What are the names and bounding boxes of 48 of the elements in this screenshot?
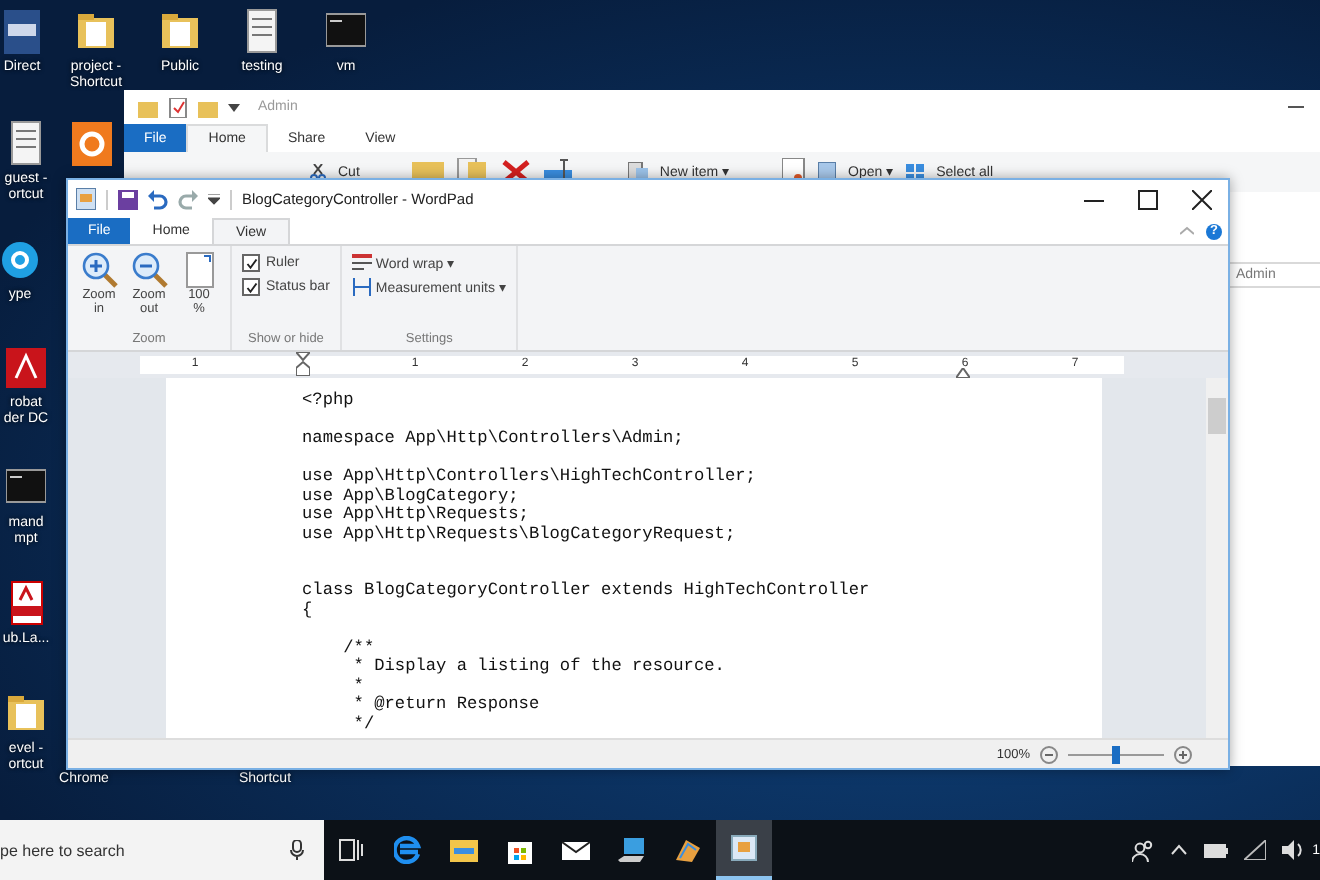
wifi-icon[interactable] — [1244, 840, 1267, 860]
scissors-icon — [310, 163, 326, 181]
zoom-slider-thumb[interactable] — [1111, 745, 1120, 763]
document-icon[interactable] — [242, 8, 282, 56]
properties-icon[interactable] — [168, 97, 188, 117]
people-icon[interactable] — [1132, 839, 1155, 861]
zoom-out-icon[interactable] — [1040, 745, 1058, 763]
undo-icon[interactable] — [148, 189, 168, 209]
zoom-in-icon[interactable] — [1174, 745, 1192, 763]
save-icon[interactable] — [118, 189, 138, 209]
measurement-units-icon — [351, 278, 372, 296]
edge-icon — [394, 836, 422, 864]
mail-icon — [562, 836, 590, 864]
ring-logo-icon[interactable] — [72, 120, 112, 168]
document-icon[interactable] — [6, 120, 46, 168]
vertical-scrollbar[interactable] — [1206, 378, 1228, 738]
dropdown-caret-icon[interactable] — [208, 193, 220, 205]
pdf-icon[interactable] — [6, 580, 46, 628]
wordpad-icon — [76, 188, 96, 210]
search-field[interactable]: pe here to search — [0, 820, 324, 880]
checkbox[interactable] — [242, 278, 260, 296]
volume-icon[interactable] — [1282, 840, 1305, 860]
checkbox[interactable] — [242, 254, 260, 272]
close-icon[interactable] — [1192, 189, 1212, 209]
maximize-icon[interactable] — [1138, 189, 1158, 209]
acrobat-icon[interactable] — [6, 344, 46, 392]
wordpad-icon — [730, 834, 758, 862]
zoom-in-icon — [81, 252, 117, 288]
chevron-up-icon[interactable] — [1170, 844, 1189, 856]
folder-icon — [450, 836, 478, 864]
zoom-out-icon — [131, 252, 167, 288]
new-item-icon — [627, 162, 648, 182]
page-icon — [185, 252, 213, 288]
dropdown-caret-icon[interactable] — [228, 101, 240, 113]
task-view-icon — [338, 836, 366, 864]
taskbar-app[interactable] — [716, 820, 772, 880]
s-logo-icon[interactable] — [0, 236, 40, 284]
indent-marker-icon[interactable] — [296, 352, 310, 376]
paint-icon — [674, 836, 702, 864]
laptop-icon — [618, 836, 646, 864]
word-wrap-icon — [351, 254, 372, 272]
microphone-icon[interactable] — [290, 840, 304, 860]
battery-icon[interactable] — [1204, 842, 1229, 858]
book-icon[interactable] — [2, 8, 42, 56]
document-text[interactable]: <?php namespace App\Http\Controllers\Admin; use App\Http\Controllers\HighTechController; use App\BlogCategory; use App\Http\Requests; use App\Http\Requests\BlogCategoryRequest; class BlogCategoryController extends HighTechController { /** * Display a listing of the resource. * * @return Response */ — [166, 378, 1102, 734]
minimize-icon[interactable] — [1288, 105, 1304, 109]
folder-icon — [138, 97, 158, 117]
store-icon — [506, 836, 534, 864]
